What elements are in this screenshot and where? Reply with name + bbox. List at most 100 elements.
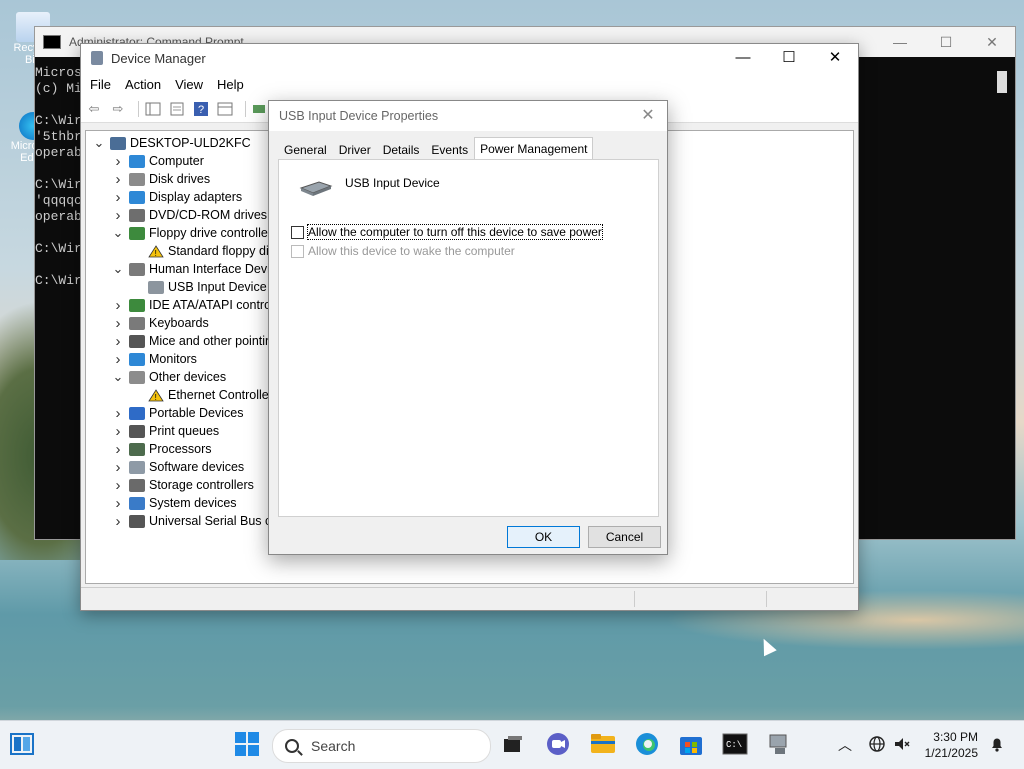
back-arrow-icon[interactable]: ⇦ [85, 101, 103, 117]
storage-icon [129, 478, 145, 492]
menu-file[interactable]: File [83, 77, 118, 92]
properties-icon[interactable] [168, 101, 186, 117]
tab-events[interactable]: Events [425, 138, 474, 161]
device-manager-taskbar-icon[interactable] [766, 731, 792, 757]
cancel-button[interactable]: Cancel [588, 526, 661, 548]
tree-node-label: Universal Serial Bus cor [149, 514, 283, 528]
tree-node[interactable]: › Display adapters [111, 188, 243, 206]
search-label: Search [311, 738, 356, 754]
chevron-down-icon[interactable]: ⌄ [111, 261, 125, 277]
chevron-right-icon[interactable]: › [111, 477, 125, 494]
chat-icon[interactable] [545, 731, 571, 757]
tree-node-label: Floppy drive controllers [149, 226, 279, 240]
checkbox-box[interactable] [291, 225, 304, 239]
svg-text:C:\: C:\ [726, 740, 742, 750]
chevron-right-icon[interactable]: › [111, 153, 125, 170]
tree-node[interactable]: › Storage controllers [111, 476, 254, 494]
tree-node[interactable]: › Processors [111, 440, 212, 458]
task-view-icon[interactable] [500, 731, 526, 757]
start-icon[interactable] [234, 731, 260, 757]
tree-node[interactable]: › Keyboards [111, 314, 209, 332]
taskbar-search-box[interactable]: Search [272, 729, 491, 763]
tab-general[interactable]: General [278, 138, 333, 161]
show-hidden-icons-chevron-icon[interactable]: ︿ [838, 735, 852, 755]
allow-turn-off-label[interactable]: Allow the computer to turn off this devi… [307, 224, 603, 240]
dm-minimize-button[interactable]: — [720, 44, 766, 72]
chevron-right-icon[interactable]: › [111, 351, 125, 368]
chevron-down-icon[interactable]: ⌄ [111, 225, 125, 241]
dialog-title[interactable]: USB Input Device Properties [269, 101, 667, 131]
chevron-down-icon[interactable]: ⌄ [92, 135, 106, 151]
show-hide-console-tree-icon[interactable] [144, 101, 162, 117]
dm-close-button[interactable]: ✕ [812, 44, 858, 72]
tree-node[interactable]: USB Input Device [130, 278, 267, 296]
tree-node[interactable]: › Mice and other pointin [111, 332, 273, 350]
chevron-right-icon[interactable]: › [111, 405, 125, 422]
system-clock[interactable]: 3:30 PM 1/21/2025 [925, 729, 978, 761]
tree-node[interactable]: ⌄ Human Interface Devic [111, 260, 277, 278]
cmd-close-button[interactable]: ✕ [969, 27, 1015, 57]
chevron-right-icon[interactable]: › [111, 297, 125, 314]
forward-arrow-icon[interactable]: ⇨ [109, 101, 127, 117]
tree-node-label: Computer [149, 154, 204, 168]
volume-muted-icon[interactable] [893, 735, 911, 756]
cmd-minimize-button[interactable]: — [877, 27, 923, 57]
chevron-right-icon[interactable]: › [111, 441, 125, 458]
tree-node-label: System devices [149, 496, 237, 510]
device-manager-icon [91, 51, 103, 65]
tree-node[interactable]: › Print queues [111, 422, 220, 440]
network-globe-icon[interactable] [868, 735, 886, 756]
tab-details[interactable]: Details [377, 138, 426, 161]
scan-hardware-icon[interactable] [251, 101, 269, 117]
tab-driver[interactable]: Driver [333, 138, 377, 161]
widgets-icon[interactable] [10, 733, 34, 755]
hid-icon [148, 280, 164, 294]
notification-bell-icon[interactable] [988, 735, 1006, 756]
tree-node[interactable]: › Computer [111, 152, 204, 170]
tree-node[interactable]: › IDE ATA/ATAPI controlle [111, 296, 284, 314]
cmd-maximize-button[interactable]: ☐ [923, 27, 969, 57]
view-icon[interactable] [216, 101, 234, 117]
tree-node[interactable]: › Monitors [111, 350, 197, 368]
tree-node[interactable]: ! Ethernet Controller [130, 386, 273, 404]
menu-view[interactable]: View [168, 77, 210, 92]
tree-node[interactable]: ⌄ DESKTOP-ULD2KFC [92, 134, 251, 152]
chevron-right-icon[interactable]: › [111, 513, 125, 530]
usb-icon [129, 514, 145, 528]
tree-node[interactable]: ⌄ Other devices [111, 368, 227, 386]
help-icon[interactable]: ? [192, 101, 210, 117]
tree-node[interactable]: › Software devices [111, 458, 245, 476]
tree-node[interactable]: › Portable Devices [111, 404, 244, 422]
chevron-right-icon[interactable]: › [111, 333, 125, 350]
chevron-right-icon[interactable]: › [111, 207, 125, 224]
tab-power-management[interactable]: Power Management [474, 137, 594, 160]
statusbar-divider [766, 591, 767, 607]
file-explorer-icon[interactable] [590, 731, 616, 757]
chevron-right-icon[interactable]: › [111, 171, 125, 188]
dm-maximize-button[interactable]: ☐ [766, 44, 812, 72]
tree-node[interactable]: ⌄ Floppy drive controllers [111, 224, 279, 242]
chevron-down-icon[interactable]: ⌄ [111, 369, 125, 385]
menu-action[interactable]: Action [118, 77, 168, 92]
usb-input-device-properties-dialog[interactable]: USB Input Device Properties ✕ General Dr… [268, 100, 668, 555]
tree-node[interactable]: › DVD/CD-ROM drives [111, 206, 268, 224]
chevron-right-icon[interactable]: › [111, 315, 125, 332]
dialog-close-button[interactable]: ✕ [637, 105, 659, 127]
menu-help[interactable]: Help [210, 77, 251, 92]
tree-node-label: Monitors [149, 352, 197, 366]
edge-icon[interactable] [634, 731, 660, 757]
toolbar-separator [138, 101, 139, 117]
allow-turn-off-checkbox[interactable]: Allow the computer to turn off this devi… [291, 224, 603, 240]
ok-button[interactable]: OK [507, 526, 580, 548]
tree-node[interactable]: ! Standard floppy dis [130, 242, 275, 260]
tree-node[interactable]: › System devices [111, 494, 237, 512]
chevron-right-icon[interactable]: › [111, 459, 125, 476]
chevron-right-icon[interactable]: › [111, 189, 125, 206]
chevron-right-icon[interactable]: › [111, 423, 125, 440]
chevron-right-icon[interactable]: › [111, 495, 125, 512]
microsoft-store-icon[interactable] [678, 731, 704, 757]
tree-node[interactable]: › Universal Serial Bus cor [111, 512, 283, 530]
command-prompt-taskbar-icon[interactable]: C:\ [722, 731, 748, 757]
cmd-scrollbar-thumb[interactable] [997, 71, 1007, 93]
tree-node[interactable]: › Disk drives [111, 170, 211, 188]
